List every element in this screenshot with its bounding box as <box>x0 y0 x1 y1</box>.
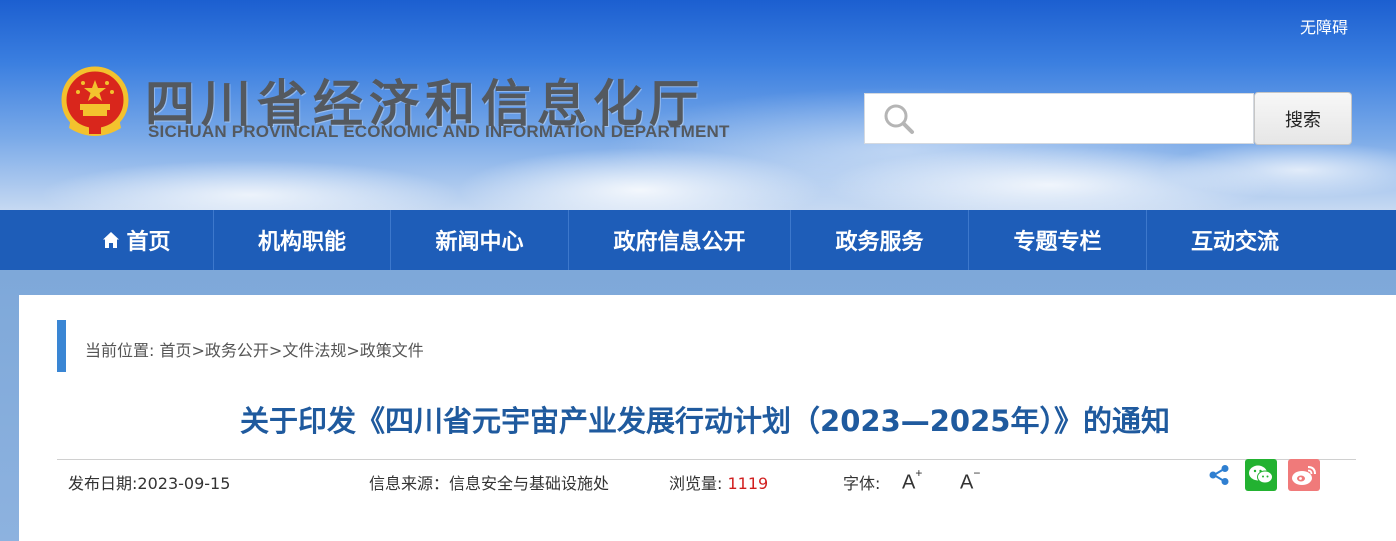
font-increase-glyph: A <box>902 471 916 494</box>
nav-item-interaction[interactable]: 互动交流 <box>1147 210 1323 270</box>
breadcrumb-item-policy-docs[interactable]: 政策文件 <box>360 341 424 360</box>
breadcrumb: 当前位置: 首页>政务公开>文件法规>政策文件 <box>85 337 424 361</box>
home-icon <box>103 232 120 248</box>
font-increase-button[interactable]: A+ <box>902 466 922 495</box>
wechat-logo-icon <box>1249 465 1273 484</box>
search-icon <box>884 104 914 134</box>
font-decrease-glyph: A <box>960 471 974 494</box>
breadcrumb-separator: > <box>268 341 283 360</box>
nav-item-label: 互动交流 <box>1190 230 1279 255</box>
accessibility-link[interactable]: 无障碍 <box>1300 14 1348 38</box>
nav-item-label: 机构职能 <box>257 230 346 255</box>
breadcrumb-item-regulations[interactable]: 文件法规 <box>282 341 346 360</box>
nav-item-label: 首页 <box>126 230 171 255</box>
source-value: 信息安全与基础设施处 <box>449 474 610 493</box>
nav-item-label: 新闻中心 <box>435 230 524 255</box>
publish-date-value: 2023-09-15 <box>137 474 231 493</box>
wechat-icon[interactable] <box>1245 459 1277 491</box>
meta-divider <box>57 459 1356 460</box>
views-label: 浏览量: <box>669 474 728 493</box>
nav-item-home[interactable]: 首页 <box>60 210 213 270</box>
weibo-icon[interactable] <box>1288 459 1320 491</box>
nav-item-label: 政务服务 <box>835 230 924 255</box>
nav-item-label: 专题专栏 <box>1013 230 1102 255</box>
breadcrumb-prefix: 当前位置: <box>85 341 160 360</box>
font-decrease-button[interactable]: A− <box>960 466 980 495</box>
nav-item-label: 政府信息公开 <box>613 230 746 255</box>
breadcrumb-separator: > <box>346 341 360 360</box>
info-source: 信息来源：信息安全与基础设施处 <box>369 470 609 494</box>
weibo-logo-icon <box>1292 466 1316 485</box>
breadcrumb-separator: > <box>191 341 205 360</box>
nav-item-gov-info[interactable]: 政府信息公开 <box>569 210 790 270</box>
search-box <box>864 93 1254 144</box>
source-label: 信息来源： <box>369 474 450 493</box>
nav-item-services[interactable]: 政务服务 <box>791 210 968 270</box>
nav-item-organization[interactable]: 机构职能 <box>214 210 390 270</box>
search-input[interactable] <box>925 100 1245 138</box>
font-size-label: 字体: <box>843 474 881 493</box>
breadcrumb-item-gov-affairs[interactable]: 政务公开 <box>205 341 269 360</box>
site-subtitle: SICHUAN PROVINCIAL ECONOMIC AND INFORMAT… <box>148 122 730 141</box>
breadcrumb-accent-bar <box>57 320 66 372</box>
views-value: 1119 <box>727 474 769 493</box>
national-emblem-icon <box>61 66 129 136</box>
article-title: 关于印发《四川省元宇宙产业发展行动计划（2023—2025年）》的通知 <box>240 404 1170 438</box>
publish-date: 发布日期:2023-09-15 <box>68 470 230 494</box>
nav-item-news[interactable]: 新闻中心 <box>391 210 568 270</box>
share-icon[interactable] <box>1208 464 1230 486</box>
publish-date-label: 发布日期: <box>68 474 138 493</box>
view-count: 浏览量: 1119 <box>669 470 768 494</box>
main-nav: 首页 机构职能 新闻中心 政府信息公开 政务服务 专题专栏 互动交流 <box>0 210 1396 270</box>
breadcrumb-item-home[interactable]: 首页 <box>159 341 191 360</box>
nav-item-topics[interactable]: 专题专栏 <box>969 210 1146 270</box>
search-button[interactable]: 搜索 <box>1254 92 1352 145</box>
